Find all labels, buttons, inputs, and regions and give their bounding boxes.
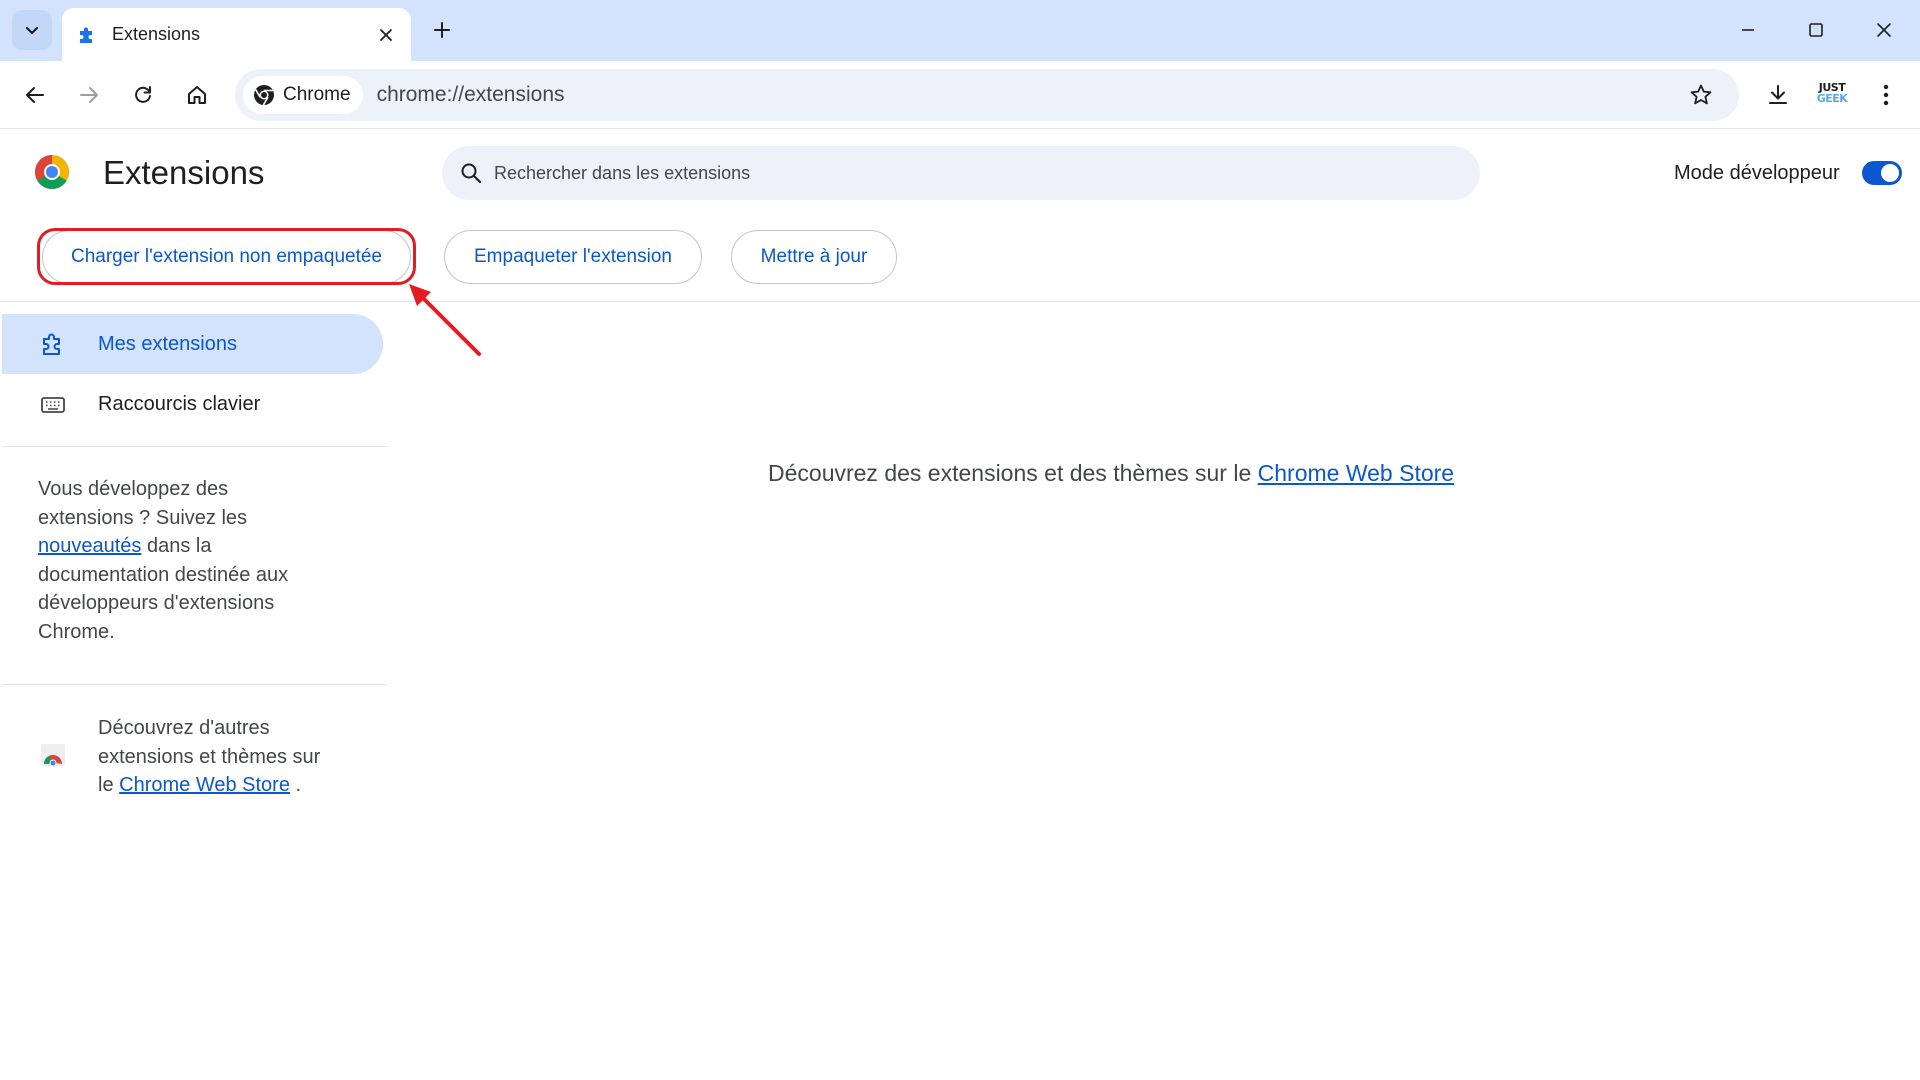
badge-bottom-text: GEEK [1816,92,1848,105]
empty-state-message: Découvrez des extensions et des thèmes s… [768,460,1454,487]
bookmark-star-button[interactable] [1681,75,1721,115]
dev-note-line: nouveautés dans la [38,532,358,561]
dev-note-text: dans la [141,535,212,557]
update-button[interactable]: Mettre à jour [731,230,897,284]
dev-mode-label: Mode développeur [1674,162,1840,184]
reload-icon [135,86,151,103]
chevron-down-icon [25,26,39,35]
star-icon [1690,84,1712,105]
chrome-icon [254,85,274,106]
empty-state-text: Découvrez des extensions et des thèmes s… [768,460,1258,486]
minimize-button[interactable] [1722,10,1774,50]
search-icon [461,163,482,184]
address-bar[interactable]: Chrome chrome://extensions [235,69,1739,121]
puzzle-icon [76,24,98,46]
web-store-icon [41,744,65,767]
downloads-button[interactable] [1757,74,1799,116]
home-icon [188,86,206,104]
dev-note-line: développeurs d'extensions [38,592,275,614]
tab-extensions[interactable]: Extensions [62,8,411,61]
tab-title: Extensions [112,24,201,44]
dev-note-line: Vous développez des [38,478,229,500]
reload-button[interactable] [122,74,164,116]
close-icon [1877,23,1891,37]
developer-note: Vous développez des extensions ? Suivez … [38,475,358,646]
search-input[interactable]: Rechercher dans les extensions [442,146,1480,200]
page-title: Extensions [103,154,265,191]
store-note-line: extensions et thèmes sur [98,745,321,768]
maximize-icon [1809,23,1823,37]
back-button[interactable] [14,74,56,116]
puzzle-outline-icon [43,333,60,355]
dev-note-line: Chrome. [38,620,115,643]
site-info-chip[interactable]: Chrome [243,76,363,114]
dev-mode-toggle[interactable] [1862,161,1902,185]
chrome-logo-icon [35,155,69,189]
chrome-web-store-main-link[interactable]: Chrome Web Store [1258,460,1454,486]
sidebar-divider [2,684,387,685]
url-text: chrome://extensions [376,83,565,106]
plus-icon [434,22,450,38]
tab-strip: Extensions [0,0,1920,61]
chip-label: Chrome [283,84,351,105]
tab-search-button[interactable] [12,10,52,50]
download-icon [1769,85,1787,104]
sidebar-item-my-extensions[interactable]: Mes extensions [2,314,383,374]
load-unpacked-button[interactable]: Charger l'extension non empaquetée [42,230,411,284]
search-placeholder: Rechercher dans les extensions [494,162,751,183]
close-tab-icon[interactable] [373,22,399,48]
sidebar-item-label: Mes extensions [98,332,237,355]
sidebar-divider [2,446,387,447]
toolbar: Chrome chrome://extensions JUST GEEK [0,61,1920,129]
dev-note-line: documentation destinée aux [38,563,289,586]
maximize-button[interactable] [1790,10,1842,50]
forward-arrow-icon [80,87,98,103]
new-tab-button[interactable] [426,14,458,46]
home-button[interactable] [176,74,218,116]
whats-new-link[interactable]: nouveautés [38,535,141,557]
extensions-header: Extensions Rechercher dans les extension… [0,130,1920,302]
pack-extension-button[interactable]: Empaqueter l'extension [444,230,702,284]
minimize-icon [1742,29,1754,31]
store-note-text: . [289,774,302,796]
keyboard-icon [41,397,65,413]
dev-note-line: extensions ? Suivez les [38,506,248,529]
sidebar-item-label: Raccourcis clavier [98,392,261,415]
forward-button[interactable] [68,74,110,116]
back-arrow-icon [26,87,44,103]
more-vert-icon [1883,84,1889,106]
web-store-note: Découvrez d'autres extensions et thèmes … [98,714,358,800]
store-note-line: Découvrez d'autres [98,717,270,739]
sidebar-item-keyboard-shortcuts[interactable]: Raccourcis clavier [2,374,383,434]
store-note-line: le Chrome Web Store . [98,771,358,800]
store-note-text: le [98,774,120,796]
close-window-button[interactable] [1858,10,1910,50]
justgeek-extension-icon[interactable]: JUST GEEK [1814,82,1850,106]
menu-button[interactable] [1865,74,1907,116]
chrome-web-store-link[interactable]: Chrome Web Store [119,774,290,796]
toggle-knob [1881,164,1899,182]
